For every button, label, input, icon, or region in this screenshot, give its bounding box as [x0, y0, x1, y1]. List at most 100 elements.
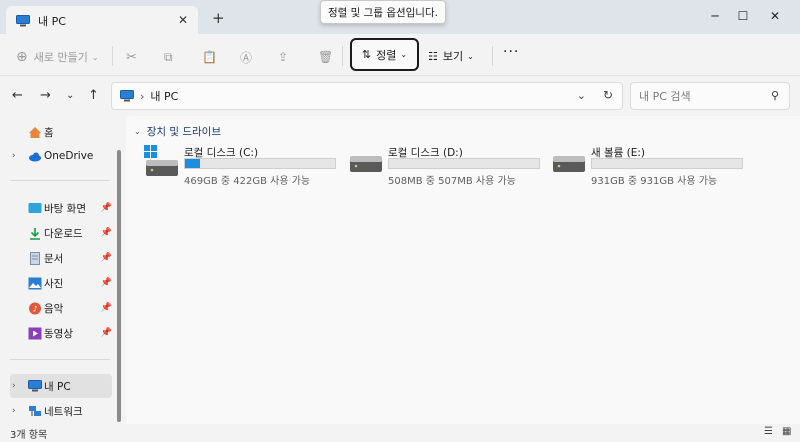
close-window-button[interactable]: ✕ [752, 4, 798, 28]
network-icon [29, 405, 41, 416]
view-button-label: 보기 [442, 50, 464, 63]
chevron-down-icon: ⌄ [400, 50, 408, 59]
drive-usage-bar [591, 158, 743, 169]
hard-drive-icon [350, 156, 382, 172]
content-pane: ⌄ 장치 및 드라이브 로컬 디스크 (C:) 469GB 중 422GB 사용… [126, 116, 800, 426]
paste-button[interactable]: 📋 [202, 44, 217, 70]
sidebar-item-pictures[interactable]: 사진 📌 [10, 271, 112, 295]
pin-icon[interactable]: 📌 [101, 278, 112, 288]
breadcrumb-chevron-icon: › [140, 89, 145, 103]
sidebar-divider [10, 180, 110, 181]
view-button[interactable]: ☷ 보기 ⌄ [428, 44, 474, 68]
drive-free-space: 469GB 중 422GB 사용 가능 [184, 176, 311, 187]
home-icon [29, 126, 41, 138]
search-icon[interactable]: ⚲ [771, 89, 779, 102]
sort-arrows-icon: ⇅ [361, 48, 372, 61]
cloud-icon [29, 152, 41, 161]
desktop-icon [28, 202, 42, 213]
delete-button[interactable]: 🗑 [318, 44, 333, 70]
svg-text:♪: ♪ [33, 304, 38, 313]
computer-icon [16, 15, 30, 27]
sidebar-item-onedrive[interactable]: › OneDrive [10, 144, 112, 168]
computer-icon [28, 379, 42, 391]
pin-icon[interactable]: 📌 [101, 328, 112, 338]
new-tab-button[interactable]: + [212, 9, 225, 27]
recent-chevron-icon[interactable]: ⌄ [66, 90, 74, 101]
document-icon [30, 251, 40, 265]
pin-icon[interactable]: 📌 [101, 203, 112, 213]
address-bar[interactable]: › 내 PC ⌄ ↻ [111, 82, 623, 110]
pin-icon[interactable]: 📌 [101, 228, 112, 238]
sidebar-item-documents[interactable]: 문서 📌 [10, 246, 112, 270]
sidebar-item-music[interactable]: ♪ 음악 📌 [10, 296, 112, 320]
video-icon [28, 327, 42, 339]
sort-button[interactable]: ⇅ 정렬 ⌄ [350, 38, 419, 71]
plus-circle-icon: ⊕ [16, 49, 28, 65]
cut-button[interactable]: ✂ [126, 44, 137, 70]
drive-item[interactable]: 새 볼륨 (E:) 931GB 중 931GB 사용 가능 [551, 142, 751, 187]
command-bar: ⊕ 새로 만들기 ⌄ ✂ ⧉ 📋 Ⓐ ⇪ 🗑 ⇅ 정렬 ⌄ ☷ 보기 ⌄ ··· [0, 36, 800, 76]
clipboard-icon: 📋 [202, 50, 217, 64]
trash-icon: 🗑 [318, 50, 334, 64]
tab-this-pc[interactable]: 내 PC ✕ [6, 6, 198, 36]
navigation-pane: 홈 › OneDrive 바탕 화면 📌 다운로드 📌 문서 📌 사진 📌 ♪ … [0, 116, 124, 426]
share-icon: ⇪ [278, 50, 289, 64]
drive-free-space: 508MB 중 507MB 사용 가능 [388, 176, 516, 187]
sidebar-item-network[interactable]: › 네트워크 [10, 399, 112, 423]
expand-chevron-icon[interactable]: › [12, 151, 16, 161]
toolbar-divider [342, 46, 343, 66]
share-button[interactable]: ⇪ [278, 44, 288, 70]
tiles-view-icon[interactable]: ▦ [782, 426, 791, 437]
scissors-icon: ✂ [126, 49, 137, 65]
expand-chevron-icon[interactable]: › [12, 406, 16, 416]
sort-button-label: 정렬 [376, 48, 397, 62]
drive-usage-bar [184, 158, 336, 169]
new-button[interactable]: ⊕ 새로 만들기 ⌄ [16, 44, 99, 70]
up-arrow-icon[interactable]: ↑ [88, 88, 99, 103]
details-view-icon[interactable]: ☰ [764, 426, 773, 437]
hard-drive-icon [553, 156, 585, 172]
sidebar-item-this-pc[interactable]: › 내 PC [10, 374, 112, 398]
search-box[interactable]: ⚲ [630, 82, 790, 110]
address-history-chevron-icon[interactable]: ⌄ [577, 89, 586, 102]
pin-icon[interactable]: 📌 [101, 253, 112, 263]
back-arrow-icon[interactable]: ← [12, 88, 23, 103]
picture-icon [28, 277, 42, 289]
item-count: 3개 항목 [10, 430, 48, 441]
sort-tooltip: 정렬 및 그룹 옵션입니다. [320, 0, 446, 24]
drive-free-space: 931GB 중 931GB 사용 가능 [591, 176, 718, 187]
download-icon [30, 227, 40, 240]
drive-usage-fill [185, 159, 200, 168]
forward-arrow-icon[interactable]: → [40, 88, 51, 103]
sidebar-item-home[interactable]: 홈 [10, 120, 112, 144]
tab-title: 내 PC [38, 15, 66, 28]
view-list-icon: ☷ [428, 49, 438, 63]
search-input[interactable] [639, 89, 759, 103]
chevron-down-icon: ⌄ [467, 51, 474, 61]
hard-drive-icon [146, 160, 178, 176]
group-title: 장치 및 드라이브 [146, 126, 221, 138]
music-icon: ♪ [29, 302, 41, 314]
sidebar-item-downloads[interactable]: 다운로드 📌 [10, 221, 112, 245]
toolbar-divider [112, 46, 113, 66]
more-options-button[interactable]: ··· [503, 44, 519, 60]
drive-item[interactable]: 로컬 디스크 (C:) 469GB 중 422GB 사용 가능 [144, 142, 344, 187]
computer-icon [120, 90, 134, 102]
sidebar-scrollbar[interactable] [117, 150, 121, 422]
rename-button[interactable]: Ⓐ [240, 44, 252, 70]
copy-button[interactable]: ⧉ [164, 44, 173, 70]
pin-icon[interactable]: 📌 [101, 303, 112, 313]
sidebar-divider [10, 359, 110, 360]
collapse-chevron-icon[interactable]: ⌄ [134, 127, 141, 136]
close-tab-icon[interactable]: ✕ [178, 13, 188, 27]
breadcrumb-location[interactable]: 내 PC [150, 88, 178, 104]
expand-chevron-icon[interactable]: › [12, 381, 16, 391]
group-header-devices[interactable]: ⌄ 장치 및 드라이브 [134, 124, 221, 139]
status-bar: 3개 항목 ☰ ▦ [0, 424, 800, 442]
sidebar-item-desktop[interactable]: 바탕 화면 📌 [10, 196, 112, 220]
drive-item[interactable]: 로컬 디스크 (D:) 508MB 중 507MB 사용 가능 [348, 142, 548, 187]
sidebar-item-videos[interactable]: 동영상 📌 [10, 321, 112, 345]
refresh-icon[interactable]: ↻ [603, 88, 613, 102]
toolbar-divider [492, 46, 493, 66]
drive-usage-bar [388, 158, 540, 169]
